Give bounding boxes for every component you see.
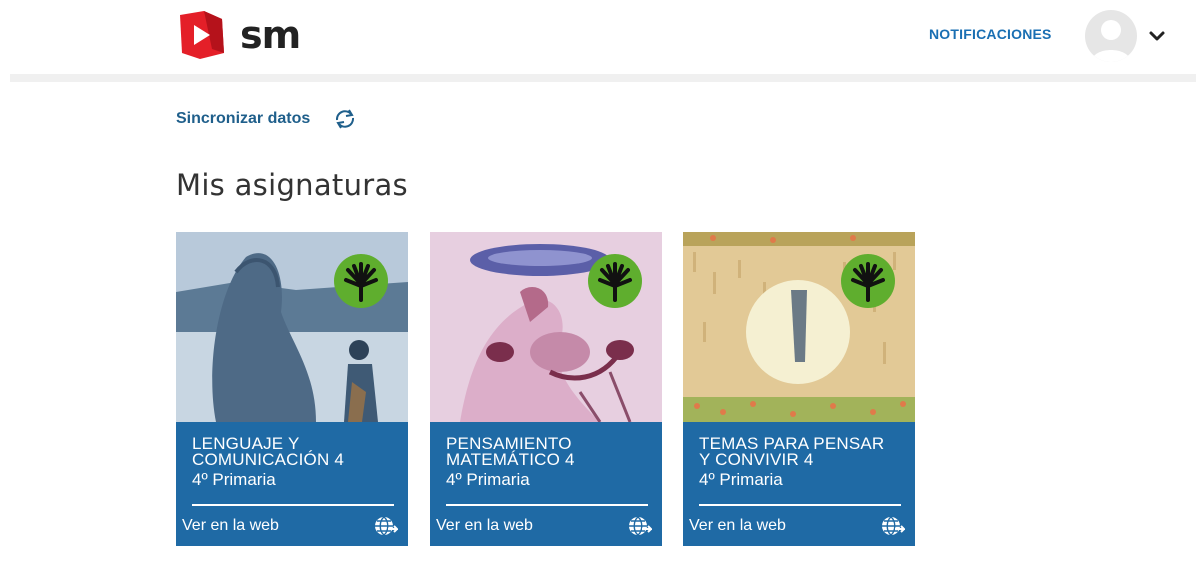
card-level: 4º Primaria <box>699 470 783 489</box>
view-web-link[interactable]: Ver en la web <box>182 517 279 535</box>
sm-logo[interactable]: sm <box>176 9 301 61</box>
globe-icon[interactable] <box>879 515 905 537</box>
card-title: PENSAMIENTO MATEMÁTICO 4 <box>446 434 575 469</box>
user-silhouette-icon <box>1091 20 1131 62</box>
subject-card-temas[interactable]: TEMAS PARA PENSAR Y CONVIVIR 4 4º Primar… <box>683 232 915 546</box>
chevron-down-icon[interactable] <box>1148 27 1166 45</box>
hand-badge-icon <box>841 254 895 308</box>
sync-icon <box>336 109 355 129</box>
cover-image[interactable] <box>176 232 408 422</box>
notifications-link[interactable]: NOTIFICACIONES <box>929 26 1052 42</box>
header-divider <box>10 74 1196 82</box>
top-header: sm NOTIFICACIONES <box>0 0 1196 72</box>
cover-image[interactable] <box>683 232 915 422</box>
user-avatar[interactable] <box>1085 10 1137 62</box>
logo-text: sm <box>240 13 301 57</box>
sm-logo-icon <box>180 11 224 59</box>
sync-data-label: Sincronizar datos <box>176 110 311 127</box>
subject-card-matematico[interactable]: PENSAMIENTO MATEMÁTICO 4 4º Primaria Ver… <box>430 232 662 546</box>
page-title: Mis asignaturas <box>176 168 408 202</box>
hand-badge-icon <box>334 254 388 308</box>
card-level: 4º Primaria <box>192 470 276 489</box>
cover-image[interactable] <box>430 232 662 422</box>
card-title: TEMAS PARA PENSAR Y CONVIVIR 4 <box>699 434 885 469</box>
globe-icon[interactable] <box>626 515 652 537</box>
hand-badge-icon <box>588 254 642 308</box>
card-level: 4º Primaria <box>446 470 530 489</box>
card-title: LENGUAJE Y COMUNICACIÓN 4 <box>192 434 345 469</box>
subject-card-lenguaje[interactable]: LENGUAJE Y COMUNICACIÓN 4 4º Primaria Ve… <box>176 232 408 546</box>
globe-icon[interactable] <box>372 515 398 537</box>
view-web-link[interactable]: Ver en la web <box>689 517 786 535</box>
view-web-link[interactable]: Ver en la web <box>436 517 533 535</box>
sync-data-button[interactable]: Sincronizar datos <box>176 108 358 130</box>
